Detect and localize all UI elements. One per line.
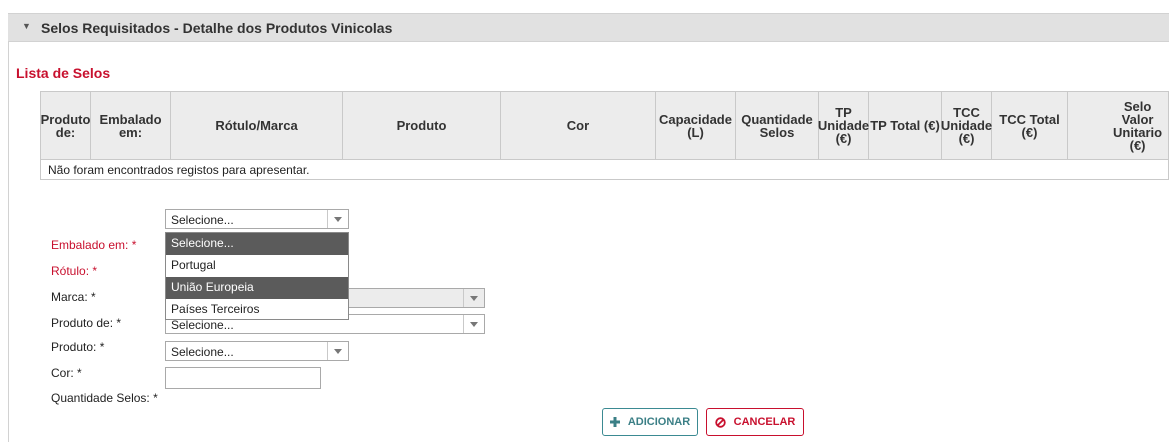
cor-label: Cor: * bbox=[51, 366, 82, 380]
embalado-label: Embalado em: * bbox=[51, 238, 137, 252]
col-quantidade-selos[interactable]: Quantidade Selos bbox=[736, 92, 819, 159]
empty-message: Não foram encontrados registos para apre… bbox=[48, 163, 310, 177]
section-title: Lista de Selos bbox=[16, 65, 111, 81]
produto-de-label: Produto de: * bbox=[51, 316, 122, 330]
quantidade-selos-input[interactable] bbox=[165, 367, 321, 389]
cor-select-value: Selecione... bbox=[171, 345, 234, 359]
rotulo-label: Rótulo: * bbox=[51, 264, 98, 278]
dropdown-option[interactable]: Portugal bbox=[166, 255, 348, 277]
ban-icon bbox=[714, 416, 726, 428]
col-cor[interactable]: Cor bbox=[501, 92, 656, 159]
plus-icon bbox=[609, 417, 620, 427]
col-rotulo-marca[interactable]: Rótulo/Marca bbox=[171, 92, 343, 159]
cancelar-button[interactable]: CANCELAR bbox=[706, 408, 804, 436]
produto-label: Produto: * bbox=[51, 340, 105, 354]
chevron-down-icon[interactable] bbox=[463, 315, 484, 333]
chevron-down-icon[interactable] bbox=[327, 342, 348, 360]
dropdown-option[interactable]: Países Terceiros bbox=[166, 299, 348, 321]
dropdown-option[interactable]: União Europeia bbox=[166, 277, 348, 299]
adicionar-button[interactable]: ADICIONAR bbox=[602, 408, 698, 436]
caret-down-icon[interactable]: ▼ bbox=[22, 21, 31, 31]
cor-select[interactable]: Selecione... bbox=[165, 341, 349, 361]
embalado-select-value: Selecione... bbox=[171, 213, 234, 227]
quantidade-label: Quantidade Selos: * bbox=[51, 391, 158, 405]
embalado-select[interactable]: Selecione... bbox=[165, 209, 349, 229]
panel-title: Selos Requisitados - Detalhe dos Produto… bbox=[41, 20, 393, 36]
chevron-down-icon[interactable] bbox=[463, 289, 484, 307]
panel-header[interactable]: ▼ Selos Requisitados - Detalhe dos Produ… bbox=[8, 13, 1169, 42]
col-tcc-total[interactable]: TCC Total (€) bbox=[992, 92, 1068, 159]
col-selo-valor-unitario[interactable]: Selo Valor Unitario (€) bbox=[1068, 92, 1169, 159]
dropdown-option[interactable]: Selecione... bbox=[166, 233, 348, 255]
col-tcc-unidade[interactable]: TCC Unidade (€) bbox=[941, 92, 992, 159]
adicionar-label: ADICIONAR bbox=[627, 416, 691, 428]
col-capacidade[interactable]: Capacidade (L) bbox=[656, 92, 736, 159]
cancelar-label: CANCELAR bbox=[733, 416, 796, 428]
embalado-dropdown-list[interactable]: Selecione... Portugal União Europeia Paí… bbox=[165, 232, 349, 320]
col-tp-total[interactable]: TP Total (€) bbox=[869, 92, 942, 159]
selos-table: Produto de: Embalado em: Rótulo/Marca Pr… bbox=[40, 91, 1169, 180]
chevron-down-icon[interactable] bbox=[327, 210, 348, 228]
table-empty-row: Não foram encontrados registos para apre… bbox=[40, 160, 1169, 180]
col-embalado-em[interactable]: Embalado em: bbox=[91, 92, 171, 159]
panel-border bbox=[8, 42, 9, 442]
marca-label: Marca: * bbox=[51, 290, 96, 304]
col-produto-de[interactable]: Produto de: bbox=[41, 92, 91, 159]
col-produto[interactable]: Produto bbox=[343, 92, 501, 159]
col-tp-unidade[interactable]: TP Unidade (€) bbox=[818, 92, 869, 159]
table-header: Produto de: Embalado em: Rótulo/Marca Pr… bbox=[40, 91, 1169, 160]
